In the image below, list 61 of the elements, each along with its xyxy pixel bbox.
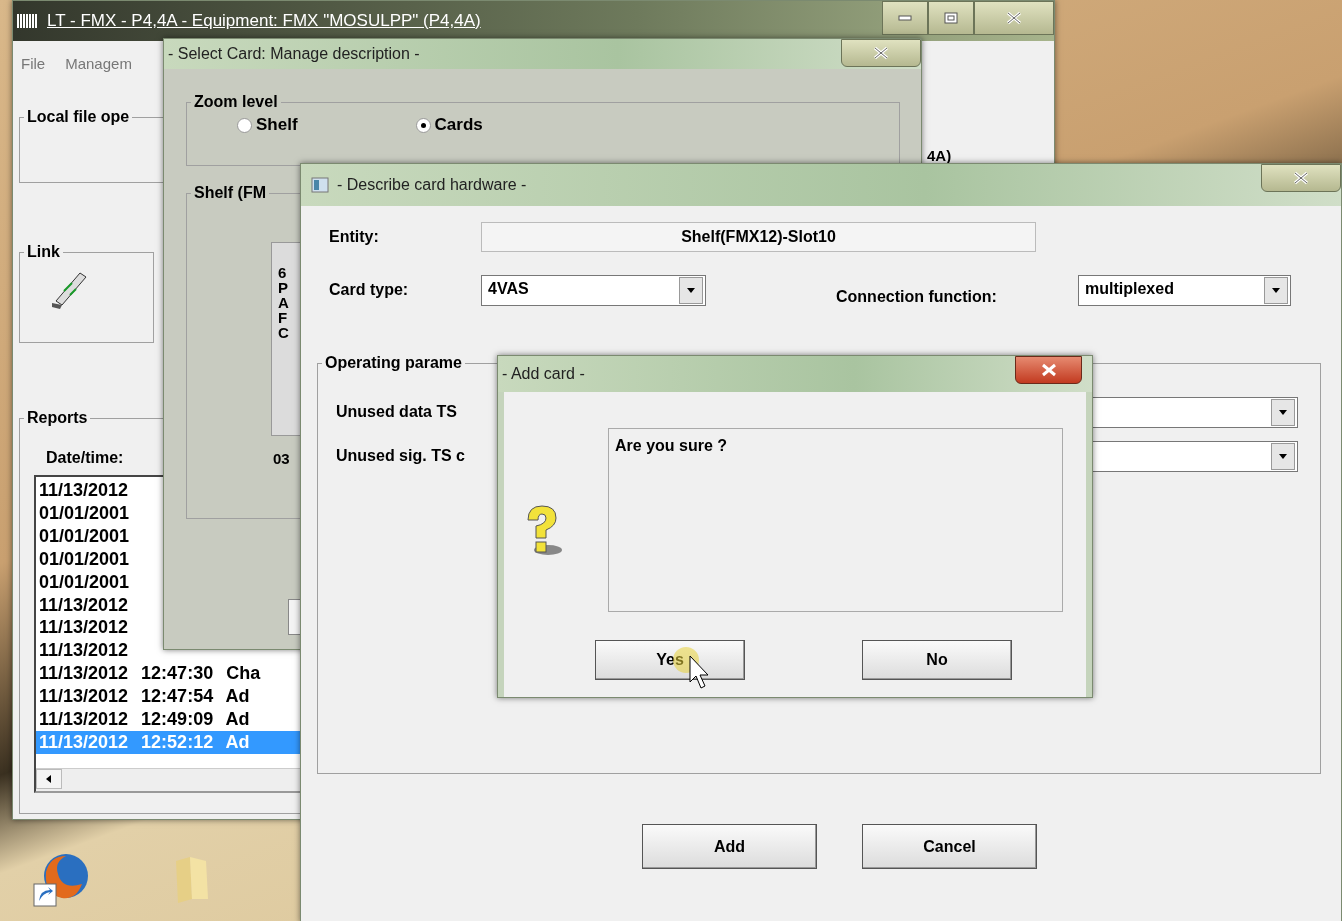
field-label: Entity: [329,228,380,246]
group-label: Link [26,243,61,261]
slot-number: 03 [273,450,290,467]
radio-button[interactable] [237,117,252,133]
maximize-button[interactable] [928,1,974,35]
list-item[interactable]: 11/13/2012 [36,593,129,617]
group-label: Reports [26,409,89,427]
field-label: Unused data TS [336,403,457,421]
maximize-icon [944,12,958,24]
list-item[interactable]: 01/01/2001 [36,501,130,525]
window-title: LT - FMX - P4,4A - Equipment: FMX "MOSULPP" (P4,4A) [47,11,481,31]
connection-dropdown[interactable]: multiplexed [1078,274,1291,306]
dialog-button[interactable]: Cancel [862,824,1037,869]
radio-option[interactable]: Cards [415,115,483,135]
date-time-label: Date/time: [46,449,124,467]
dialog-button[interactable]: Add [642,824,817,869]
list-item[interactable]: 11/13/2012 12:47:30 Cha [36,662,261,686]
list-item[interactable]: 11/13/2012 [36,479,129,502]
window-title: - Add card - [502,365,585,383]
dropdown-arrow-icon [1278,409,1288,415]
dropdown-arrow-icon [1278,453,1288,459]
dropdown-arrow-icon [686,287,696,293]
message-text: Are you sure ? [608,428,1063,612]
list-item[interactable]: 01/01/2001 [36,547,130,571]
list-item[interactable]: 11/13/2012 [36,639,129,663]
menu-item[interactable]: File [21,55,46,72]
group-label: Shelf (FM [193,184,267,202]
card-type-dropdown[interactable]: 4VAS [481,274,706,306]
list-item[interactable]: 11/13/2012 12:47:54 Ad [36,685,250,709]
close-icon [873,46,889,60]
list-item[interactable]: 11/13/2012 [36,616,129,640]
dialog-button[interactable]: Yes [595,640,745,680]
window-icon [311,177,329,193]
card-label: 6PAFC [278,265,290,340]
list-item[interactable]: 01/01/2001 [36,524,130,548]
group-label: Local file ope [26,108,131,126]
radio-label: Shelf [256,115,298,135]
close-icon [1293,171,1309,185]
window-title: - Select Card: Manage description - [168,45,420,63]
group-label: Operating parame [324,354,463,372]
group-label: Zoom level [193,93,279,111]
minimize-button[interactable] [882,1,928,35]
list-item[interactable]: 11/13/2012 12:49:09 Ad [36,708,250,731]
app-icon [17,13,39,29]
dropdown-arrow-icon [1271,287,1281,293]
menu-item[interactable]: Managem [65,55,132,72]
window-title: - Describe card hardware - [337,176,527,194]
radio-button[interactable] [415,117,431,133]
field-label: Card type: [329,281,410,299]
list-item[interactable]: 01/01/2001 [36,570,130,594]
radio-label: Cards [434,115,483,135]
dialog-button[interactable]: No [862,640,1012,680]
partial-label: 4A) [927,147,952,164]
close-icon [1006,11,1022,25]
close-icon [1040,363,1057,377]
field-label: Unused sig. TS c [336,447,465,465]
minimize-icon [898,15,912,21]
radio-option[interactable]: Shelf [237,115,298,135]
close-button[interactable] [1015,356,1082,384]
field-label: Connection function: [836,287,998,306]
entity-field: Shelf(FMX12)-Slot10 [481,222,1036,252]
